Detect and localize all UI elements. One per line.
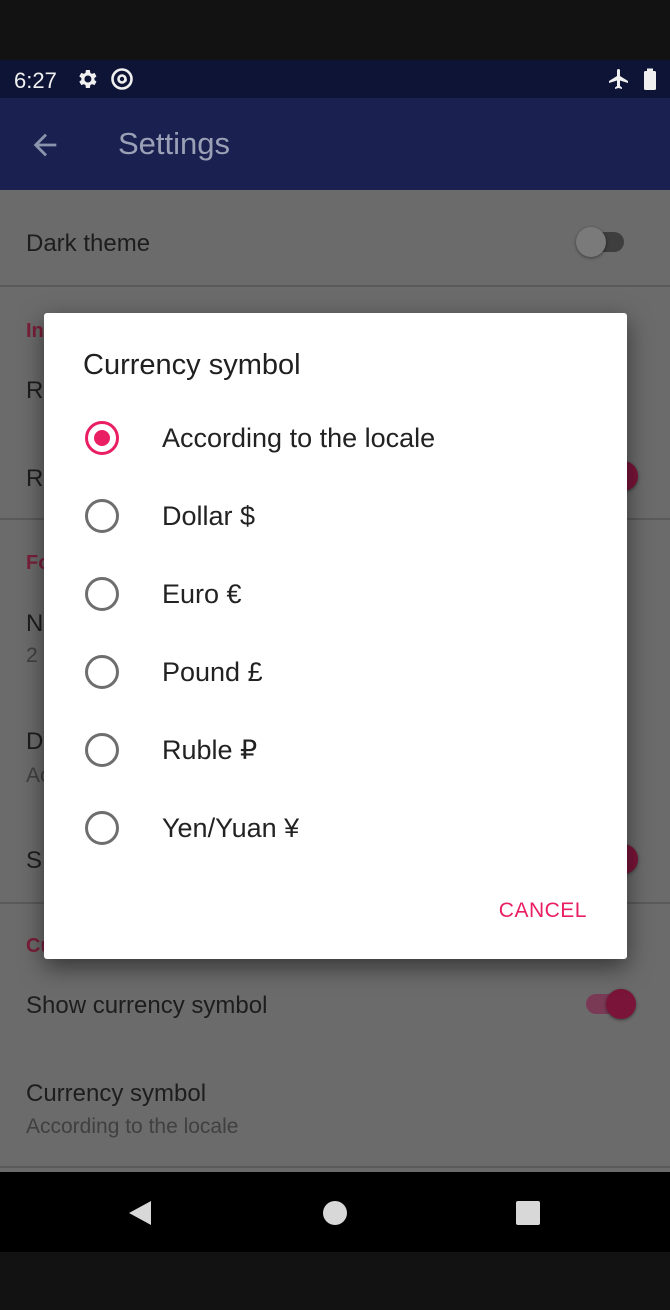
radio-selected[interactable] (85, 421, 119, 455)
option-yen-yuan[interactable]: Yen/Yuan ¥ (44, 789, 627, 867)
airplane-icon (607, 67, 631, 91)
option-according-to-locale[interactable]: According to the locale (44, 399, 627, 477)
option-dollar[interactable]: Dollar $ (44, 477, 627, 555)
bottom-system-area (0, 1252, 670, 1310)
arrow-back-icon[interactable] (28, 128, 62, 162)
gear-icon (75, 67, 99, 91)
dialog-title: Currency symbol (83, 349, 301, 381)
option-label: According to the locale (162, 423, 436, 453)
category-interface: In (26, 320, 44, 342)
top-system-area (0, 0, 670, 60)
option-label: Dollar $ (162, 501, 256, 531)
radio-unselected[interactable] (85, 811, 119, 845)
recents-square-icon[interactable] (513, 1198, 543, 1228)
show-currency-symbol-label: Show currency symbol (26, 992, 268, 1019)
dark-theme-label: Dark theme (26, 230, 151, 257)
at-sign-icon (110, 67, 134, 91)
row-s-title[interactable]: S (26, 847, 42, 875)
radio-unselected[interactable] (85, 577, 119, 611)
radio-unselected[interactable] (85, 733, 119, 767)
option-label: Ruble ₽ (162, 735, 258, 765)
divider (0, 1166, 670, 1168)
divider (0, 285, 670, 287)
row-r1-title[interactable]: R (26, 377, 43, 405)
navigation-bar (0, 1172, 670, 1252)
home-circle-icon[interactable] (320, 1198, 350, 1228)
option-pound[interactable]: Pound £ (44, 633, 627, 711)
row-r2-title[interactable]: R (26, 465, 43, 493)
option-ruble[interactable]: Ruble ₽ (44, 711, 627, 789)
row-n-title[interactable]: N (26, 610, 43, 638)
status-time: 6:27 (14, 68, 57, 93)
page-title: Settings (118, 126, 231, 161)
currency-symbol-title[interactable]: Currency symbol (26, 1080, 206, 1108)
option-euro[interactable]: Euro € (44, 555, 627, 633)
battery-icon (638, 67, 662, 91)
back-triangle-icon[interactable] (125, 1198, 155, 1228)
cancel-button[interactable]: CANCEL (499, 899, 587, 923)
show-currency-switch[interactable] (606, 989, 636, 1019)
dark-theme-switch[interactable] (576, 227, 606, 257)
radio-unselected[interactable] (85, 655, 119, 689)
currency-symbol-summary: According to the locale (26, 1115, 239, 1138)
currency-symbol-dialog: Currency symbol According to the locale … (44, 313, 627, 959)
app-bar: Settings (0, 98, 670, 190)
status-bar: 6:27 (0, 60, 670, 98)
row-n-subtitle: 2 (26, 644, 38, 667)
option-label: Euro € (162, 579, 242, 609)
option-label: Yen/Yuan ¥ (162, 813, 300, 843)
radio-unselected[interactable] (85, 499, 119, 533)
row-d-title[interactable]: D (26, 728, 43, 756)
option-label: Pound £ (162, 657, 263, 687)
